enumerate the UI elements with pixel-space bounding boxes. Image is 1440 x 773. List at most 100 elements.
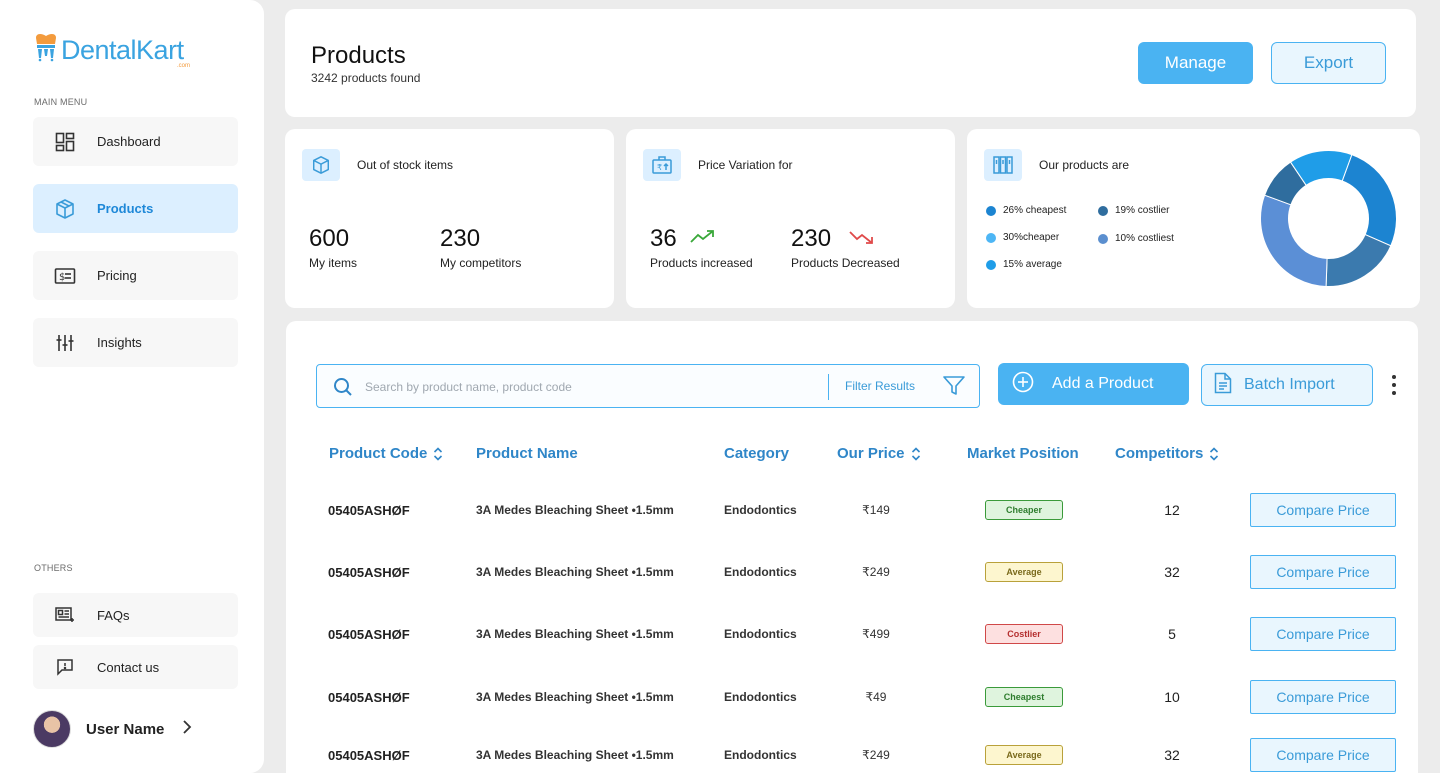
product-category: Endodontics xyxy=(724,627,797,641)
market-position-badge: Cheaper xyxy=(985,500,1063,520)
compare-price-button[interactable]: Compare Price xyxy=(1250,617,1396,651)
competitor-count: 5 xyxy=(1168,626,1176,642)
legend-label: 30%cheaper xyxy=(1003,232,1060,243)
price-variation-card: ₹ Price Variation for 36 Products increa… xyxy=(626,129,955,308)
column-header-market-position[interactable]: Market Position xyxy=(967,445,1079,462)
filter-icon[interactable] xyxy=(943,376,965,401)
sidebar-item-products[interactable]: Products xyxy=(33,184,238,233)
export-button[interactable]: Export xyxy=(1271,42,1386,84)
sort-icon xyxy=(911,446,920,461)
legend-item: 26% cheapest xyxy=(986,205,1066,216)
sidebar-item-label: Products xyxy=(97,201,154,216)
add-product-button[interactable]: Add a Product xyxy=(998,363,1189,405)
chevron-right-icon xyxy=(182,719,192,740)
trend-down-icon xyxy=(849,229,875,250)
price-change-icon: ₹ xyxy=(643,149,681,181)
sidebar: DentalKart .com MAIN MENU Dashboard Prod… xyxy=(0,0,264,773)
legend-label: 15% average xyxy=(1003,259,1062,270)
product-name: 3A Medes Bleaching Sheet •1.5mm xyxy=(476,503,674,517)
legend-item: 15% average xyxy=(986,259,1062,270)
column-header-category[interactable]: Category xyxy=(724,445,789,462)
trend-up-icon xyxy=(690,229,716,250)
market-position-badge: Costlier xyxy=(985,624,1063,644)
product-price: ₹49 xyxy=(865,690,887,704)
sidebar-item-label: Insights xyxy=(97,335,142,350)
sidebar-item-pricing[interactable]: $ Pricing xyxy=(33,251,238,300)
filter-results-button[interactable]: Filter Results xyxy=(845,379,915,393)
donut-slice-cheaper xyxy=(1260,194,1328,287)
stat-title: Price Variation for xyxy=(698,158,793,172)
sidebar-item-dashboard[interactable]: Dashboard xyxy=(33,117,238,166)
donut-chart xyxy=(1260,150,1397,287)
others-label: OTHERS xyxy=(34,563,73,573)
product-price: ₹249 xyxy=(862,565,890,579)
product-name: 3A Medes Bleaching Sheet •1.5mm xyxy=(476,627,674,641)
my-items-count: 600 xyxy=(309,225,350,252)
product-code: 05405ASHØF xyxy=(328,564,410,580)
page-title: Products xyxy=(311,42,406,69)
compare-price-button[interactable]: Compare Price xyxy=(1250,680,1396,714)
competitor-count: 32 xyxy=(1164,747,1180,763)
legend-item: 10% costliest xyxy=(1098,233,1174,244)
my-items-label: My items xyxy=(309,256,357,270)
add-product-label: Add a Product xyxy=(1052,375,1154,392)
increased-label: Products increased xyxy=(650,256,753,270)
brand-logo[interactable]: DentalKart xyxy=(34,32,184,68)
product-category: Endodontics xyxy=(724,690,797,704)
sort-icon xyxy=(434,446,443,461)
product-code: 05405ASHØF xyxy=(328,747,410,763)
column-header-name[interactable]: Product Name xyxy=(476,445,578,462)
product-code: 05405ASHØF xyxy=(328,689,410,705)
sliders-icon xyxy=(33,333,97,353)
more-options-icon[interactable] xyxy=(1386,373,1402,397)
product-category: Endodontics xyxy=(724,748,797,762)
column-header-code[interactable]: Product Code xyxy=(329,445,443,462)
avatar xyxy=(33,710,71,748)
column-header-competitors[interactable]: Competitors xyxy=(1115,445,1219,462)
legend-label: 26% cheapest xyxy=(1003,205,1067,216)
user-profile[interactable]: User Name xyxy=(33,709,233,749)
product-code: 05405ASHØF xyxy=(328,502,410,518)
sidebar-item-faqs[interactable]: FAQs xyxy=(33,593,238,637)
legend-item: 19% costlier xyxy=(1098,205,1169,216)
legend-swatch xyxy=(986,259,996,270)
svg-text:₹: ₹ xyxy=(657,163,662,172)
sidebar-item-insights[interactable]: Insights xyxy=(33,318,238,367)
legend-swatch xyxy=(986,205,996,216)
document-icon xyxy=(1214,372,1232,399)
sidebar-item-contact[interactable]: Contact us xyxy=(33,645,238,689)
competitors-label: My competitors xyxy=(440,256,522,270)
compare-price-button[interactable]: Compare Price xyxy=(1250,738,1396,772)
manage-button[interactable]: Manage xyxy=(1138,42,1253,84)
compare-price-button[interactable]: Compare Price xyxy=(1250,493,1396,527)
donut-slice-cheapest xyxy=(1341,153,1397,247)
decreased-count: 230 xyxy=(791,225,832,252)
column-header-price[interactable]: Our Price xyxy=(837,445,921,462)
market-position-badge: Average xyxy=(985,562,1063,582)
legend-swatch xyxy=(1098,233,1108,244)
product-name: 3A Medes Bleaching Sheet •1.5mm xyxy=(476,748,674,762)
cube-icon xyxy=(302,149,340,181)
sidebar-item-label: FAQs xyxy=(97,607,130,623)
donut-slice-costlier xyxy=(1325,233,1392,287)
stat-title: Our products are xyxy=(1039,158,1130,172)
competitor-count: 12 xyxy=(1164,502,1180,518)
search-input[interactable] xyxy=(365,377,815,397)
product-price: ₹249 xyxy=(862,748,890,762)
brand-name: DentalKart xyxy=(61,35,184,65)
competitor-count: 10 xyxy=(1164,689,1180,705)
market-position-card: Our products are 26% cheapest 19% costli… xyxy=(967,129,1420,308)
market-position-badge: Average xyxy=(985,745,1063,765)
tooth-logo-icon xyxy=(34,32,58,62)
main-menu-label: MAIN MENU xyxy=(34,97,88,107)
search-bar: Filter Results xyxy=(316,364,980,408)
batch-import-button[interactable]: Batch Import xyxy=(1201,364,1373,406)
page-header: Products 3242 products found Manage Expo… xyxy=(285,9,1416,117)
table-row: 05405ASHØF 3A Medes Bleaching Sheet •1.5… xyxy=(286,490,1418,530)
compare-price-button[interactable]: Compare Price xyxy=(1250,555,1396,589)
product-name: 3A Medes Bleaching Sheet •1.5mm xyxy=(476,565,674,579)
competitor-count: 32 xyxy=(1164,564,1180,580)
sidebar-item-label: Pricing xyxy=(97,268,137,283)
sidebar-item-label: Contact us xyxy=(97,659,160,675)
legend-swatch xyxy=(986,232,996,243)
